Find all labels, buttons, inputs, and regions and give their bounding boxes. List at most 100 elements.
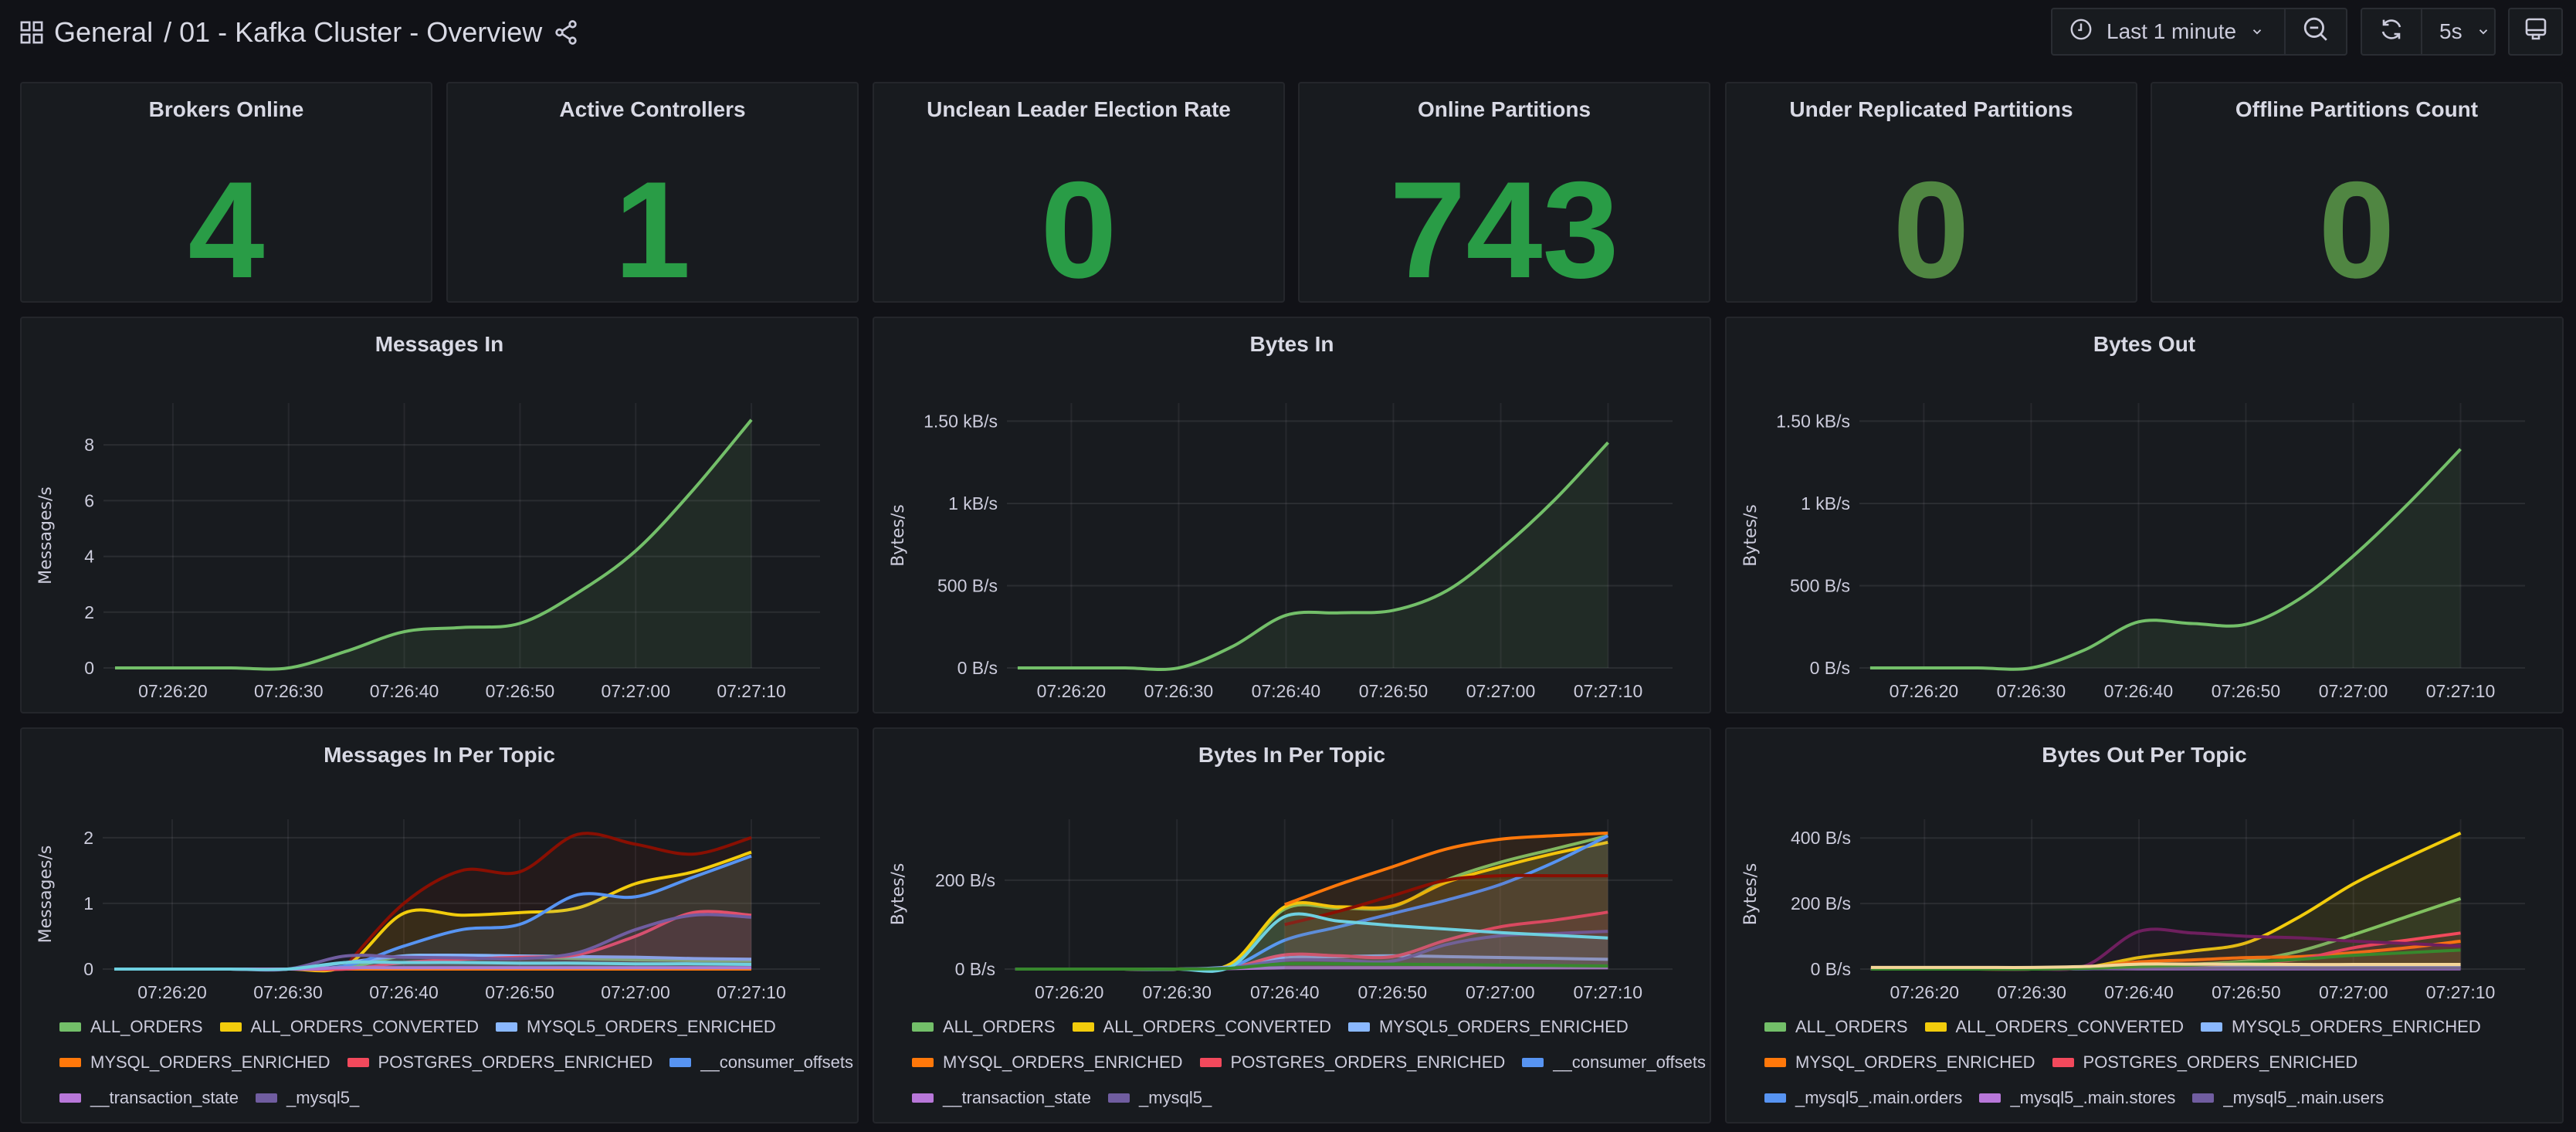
legend-label: _mysql5_.main.stores bbox=[2010, 1088, 2176, 1107]
chart-plot: 07:26:20 07:26:30 07:26:40 07:26:50 07:27:00… bbox=[889, 403, 1673, 701]
x-tick-label: 07:26:20 bbox=[1890, 982, 1960, 1002]
folder-link[interactable]: General bbox=[54, 16, 153, 49]
y-axis-label: Messages/s bbox=[36, 846, 56, 944]
stat-title: Online Partitions bbox=[1417, 97, 1591, 121]
x-tick-label: 07:26:40 bbox=[1250, 982, 1320, 1002]
chevron-down-icon bbox=[2250, 19, 2264, 44]
x-tick-label: 07:26:20 bbox=[1890, 681, 1959, 701]
legend-label: __transaction_state bbox=[943, 1088, 1092, 1107]
panel-bytes-in-per-topic: Bytes In Per Topic 07:26:20 07:26:30 07:26:… bbox=[873, 727, 1711, 1124]
y-tick-label: 1.50 kB/s bbox=[924, 411, 998, 431]
legend-item[interactable]: MYSQL_ORDERS_ENRICHED bbox=[59, 1052, 330, 1073]
time-range-button[interactable]: Last 1 minute bbox=[2052, 9, 2284, 54]
legend-swatch bbox=[2192, 1093, 2215, 1103]
y-tick-label: 1.50 kB/s bbox=[1776, 411, 1850, 431]
legend-label: MYSQL_ORDERS_ENRICHED bbox=[1795, 1052, 2035, 1072]
panel-messages-in: Messages In 07:26:20 07:26:30 07:26:40 07:26… bbox=[20, 317, 859, 713]
dashboard-title: / 01 - Kafka Cluster - Overview bbox=[164, 16, 543, 48]
x-tick-label: 07:26:40 bbox=[370, 681, 439, 701]
stat-value: 1 bbox=[614, 153, 691, 307]
legend-label: POSTGRES_ORDERS_ENRICHED bbox=[378, 1052, 653, 1072]
stat-value: 4 bbox=[188, 153, 265, 307]
y-tick-label: 0 B/s bbox=[1810, 658, 1850, 678]
legend-item[interactable]: MYSQL5_ORDERS_ENRICHED bbox=[495, 1016, 776, 1038]
stat-panel: Offline Partitions Count 0 bbox=[2151, 82, 2563, 307]
legend-item[interactable]: POSTGRES_ORDERS_ENRICHED bbox=[1199, 1052, 1506, 1073]
legend-item[interactable]: ALL_ORDERS bbox=[912, 1016, 1056, 1038]
legend-item[interactable]: ALL_ORDERS bbox=[1764, 1016, 1908, 1038]
legend-item[interactable]: MYSQL5_ORDERS_ENRICHED bbox=[1347, 1016, 1629, 1038]
legend-swatch bbox=[1347, 1022, 1370, 1032]
legend-item[interactable]: __transaction_state bbox=[912, 1087, 1091, 1109]
legend-item[interactable]: __consumer_offsets bbox=[1522, 1052, 1706, 1073]
x-tick-label: 07:26:40 bbox=[2104, 681, 2174, 701]
legend-item[interactable]: _mysql5_.main.stores bbox=[1979, 1087, 2175, 1109]
refresh-button[interactable] bbox=[2362, 9, 2421, 54]
zoom-out-button[interactable] bbox=[2284, 9, 2346, 54]
y-tick-label: 400 B/s bbox=[1791, 828, 1851, 848]
legend-label: ALL_ORDERS bbox=[90, 1017, 203, 1036]
legend-item[interactable]: POSTGRES_ORDERS_ENRICHED bbox=[347, 1052, 653, 1073]
y-tick-label: 6 bbox=[84, 490, 94, 510]
legend-item[interactable]: MYSQL5_ORDERS_ENRICHED bbox=[2200, 1016, 2481, 1038]
legend-item[interactable]: __transaction_state bbox=[59, 1087, 239, 1109]
x-tick-label: 07:26:30 bbox=[1144, 681, 1214, 701]
y-axis-label: Bytes/s bbox=[889, 863, 908, 926]
legend: ALL_ORDERS ALL_ORDERS_CONVERTED MYSQL5_ORD… bbox=[59, 1016, 855, 1109]
stat-title: Unclean Leader Election Rate bbox=[927, 97, 1231, 121]
x-tick-label: 07:26:30 bbox=[253, 982, 323, 1002]
refresh-interval-label: 5s bbox=[2439, 19, 2462, 43]
dashboard-grid-icon[interactable] bbox=[20, 21, 43, 44]
refresh-picker: 5s bbox=[2361, 8, 2496, 56]
legend-label: _mysql5_ bbox=[286, 1088, 360, 1107]
zoom-out-icon bbox=[2303, 16, 2329, 48]
legend-item[interactable]: _mysql5_ bbox=[1108, 1087, 1212, 1109]
y-tick-label: 500 B/s bbox=[1790, 575, 1850, 595]
legend-item[interactable]: _mysql5_.main.orders bbox=[1764, 1087, 1962, 1109]
x-tick-label: 07:26:20 bbox=[138, 681, 208, 701]
x-tick-label: 07:26:20 bbox=[1035, 982, 1104, 1002]
share-icon[interactable] bbox=[553, 19, 579, 46]
view-mode-button[interactable] bbox=[2508, 8, 2563, 56]
legend-swatch bbox=[1924, 1022, 1947, 1032]
stat-title: Under Replicated Partitions bbox=[1789, 97, 2073, 121]
x-tick-label: 07:27:00 bbox=[601, 982, 670, 1002]
legend-swatch bbox=[1764, 1022, 1786, 1032]
legend-item[interactable]: POSTGRES_ORDERS_ENRICHED bbox=[2052, 1052, 2357, 1073]
legend-label: POSTGRES_ORDERS_ENRICHED bbox=[1230, 1052, 1506, 1072]
legend-item[interactable]: ALL_ORDERS_CONVERTED bbox=[219, 1016, 479, 1038]
legend-item[interactable]: ALL_ORDERS bbox=[59, 1016, 203, 1038]
legend-item[interactable]: _mysql5_.main.users bbox=[2192, 1087, 2384, 1109]
legend-item[interactable]: ALL_ORDERS_CONVERTED bbox=[1924, 1016, 2184, 1038]
x-tick-label: 07:27:00 bbox=[2319, 982, 2388, 1002]
series-area bbox=[1017, 442, 1608, 670]
legend-swatch bbox=[912, 1022, 934, 1032]
x-tick-label: 07:26:20 bbox=[137, 982, 207, 1002]
legend-item[interactable]: MYSQL_ORDERS_ENRICHED bbox=[1764, 1052, 2035, 1073]
legend-item[interactable]: MYSQL_ORDERS_ENRICHED bbox=[912, 1052, 1183, 1073]
stat-panel: Brokers Online 4 bbox=[20, 82, 432, 307]
time-range-label: Last 1 minute bbox=[2107, 19, 2237, 43]
x-tick-label: 07:27:10 bbox=[717, 982, 786, 1002]
legend-item[interactable]: __consumer_offsets bbox=[669, 1052, 853, 1073]
legend-label: ALL_ORDERS bbox=[1795, 1017, 1908, 1036]
stat-value: 743 bbox=[1389, 153, 1619, 307]
y-tick-label: 0 B/s bbox=[1811, 959, 1851, 979]
legend-item[interactable]: ALL_ORDERS_CONVERTED bbox=[1072, 1016, 1331, 1038]
clock-icon bbox=[2069, 18, 2093, 46]
stat-panel: Under Replicated Partitions 0 bbox=[1725, 82, 2137, 307]
panel-bytes-out-per-topic: Bytes Out Per Topic 07:26:20 07:26:30 07:26… bbox=[1725, 727, 2564, 1124]
stat-panel: Unclean Leader Election Rate 0 bbox=[873, 82, 1285, 307]
x-tick-label: 07:26:30 bbox=[254, 681, 324, 701]
monitor-icon bbox=[2523, 17, 2548, 47]
legend-item[interactable]: _mysql5_ bbox=[256, 1087, 359, 1109]
stat-value: 0 bbox=[1040, 153, 1117, 307]
legend: ALL_ORDERS ALL_ORDERS_CONVERTED MYSQL5_ORD… bbox=[912, 1016, 1707, 1109]
stat-value: 0 bbox=[2318, 153, 2395, 307]
legend-label: ALL_ORDERS_CONVERTED bbox=[250, 1017, 479, 1036]
legend-swatch bbox=[1979, 1093, 2001, 1103]
legend-swatch bbox=[912, 1093, 934, 1103]
refresh-interval-dropdown[interactable]: 5s bbox=[2421, 9, 2507, 54]
x-tick-label: 07:26:20 bbox=[1037, 681, 1107, 701]
x-tick-label: 07:26:50 bbox=[486, 681, 555, 701]
